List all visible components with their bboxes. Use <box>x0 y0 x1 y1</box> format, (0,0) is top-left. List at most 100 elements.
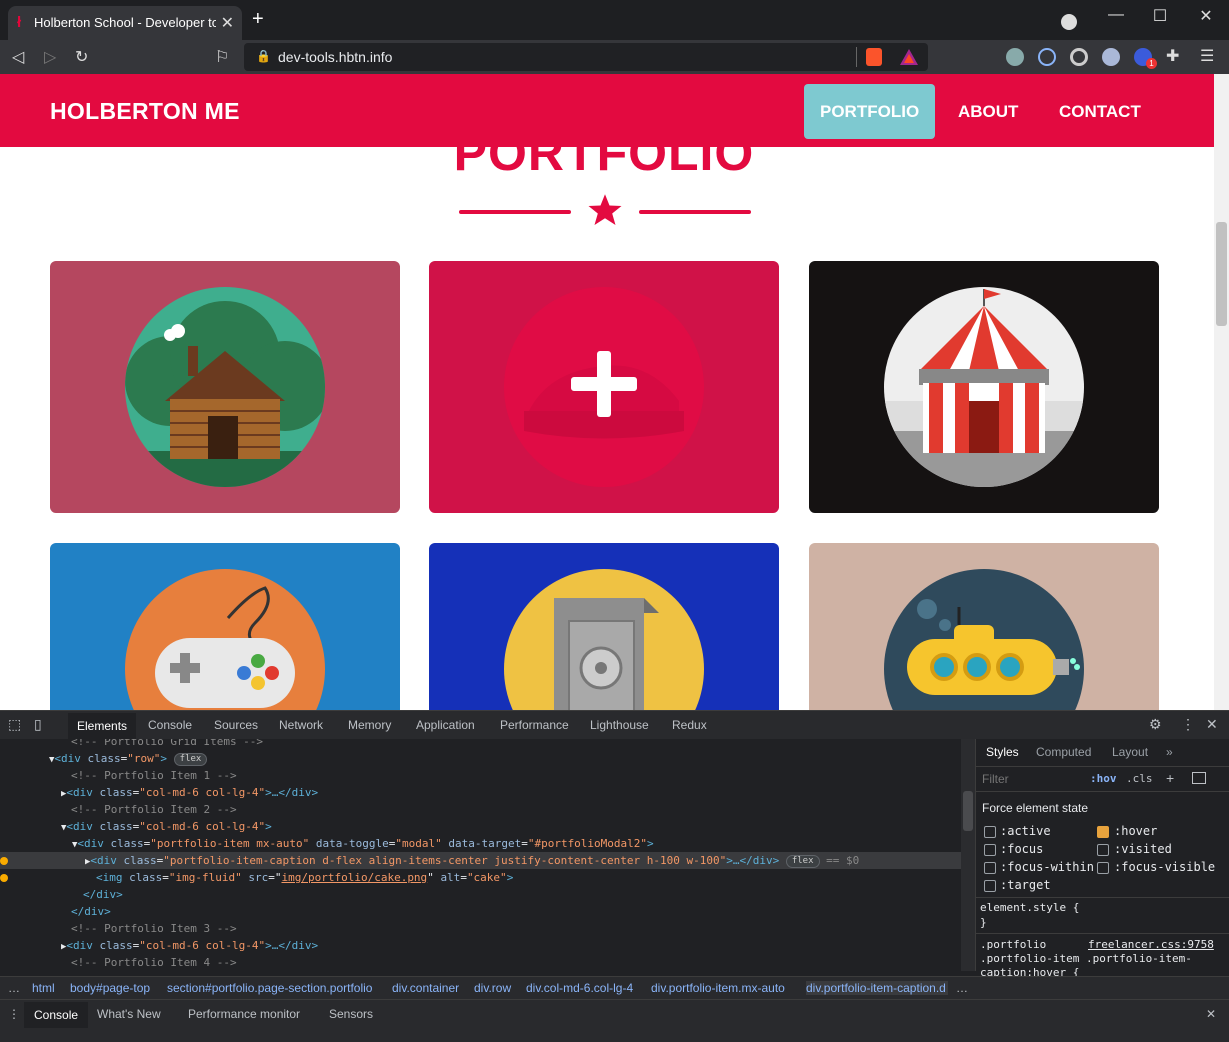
state-checkbox-focus-visible[interactable] <box>1097 862 1109 874</box>
tab-styles[interactable]: Styles <box>986 745 1019 759</box>
state-checkbox-target[interactable] <box>984 880 996 892</box>
minimize-icon[interactable]: — <box>1101 6 1131 24</box>
dom-line[interactable]: ▼<div class="portfolio-item mx-auto" dat… <box>0 835 961 852</box>
breadcrumb-item[interactable]: body#page-top <box>70 981 150 995</box>
state-checkbox-focus-within[interactable] <box>984 862 996 874</box>
portfolio-item-safe[interactable] <box>429 543 779 710</box>
inspect-element-icon[interactable]: ⬚ <box>8 716 21 733</box>
breadcrumb-scroll-left-icon[interactable]: … <box>8 981 20 995</box>
maximize-icon[interactable]: ☐ <box>1145 6 1175 26</box>
portfolio-item-cabin[interactable] <box>50 261 400 513</box>
back-icon[interactable]: ◁ <box>12 47 24 67</box>
devtools-tab-memory[interactable]: Memory <box>348 718 391 732</box>
extensions-puzzle-icon[interactable]: ✚ <box>1166 46 1179 66</box>
breadcrumb-scroll-right-icon[interactable]: … <box>956 981 968 995</box>
devtools-tab-elements[interactable]: Elements <box>68 713 137 739</box>
drawer-tab-console[interactable]: Console <box>24 1002 89 1028</box>
breadcrumb-item[interactable]: html <box>32 981 55 995</box>
close-tab-icon[interactable]: ✕ <box>221 13 234 33</box>
dom-line-row[interactable]: ▼<div class="row"> flex <box>0 750 961 767</box>
state-checkbox-focus[interactable] <box>984 844 996 856</box>
more-options-icon[interactable]: ⋮ <box>1181 716 1195 733</box>
brave-shields-icon[interactable] <box>866 48 882 66</box>
portfolio-item-submarine[interactable] <box>809 543 1159 710</box>
portfolio-item-circus[interactable] <box>809 261 1159 513</box>
nav-link-portfolio[interactable]: PORTFOLIO <box>804 84 936 139</box>
dom-line[interactable]: <!-- Portfolio Item 3 --> <box>0 920 961 937</box>
extension-ring-icon[interactable] <box>1102 48 1120 66</box>
element-style-rule[interactable]: element.style { <box>980 901 1079 914</box>
rule-selector[interactable]: .portfolio <box>980 938 1046 951</box>
browser-tab[interactable]: ł Holberton School - Developer too ✕ <box>8 6 242 40</box>
device-toolbar-icon[interactable]: ▯ <box>34 716 42 733</box>
devtools-tab-network[interactable]: Network <box>279 718 323 732</box>
dom-line[interactable]: </div> <box>0 903 961 920</box>
rule-selector[interactable]: .portfolio-item .portfolio-item- <box>980 952 1192 965</box>
tab-computed[interactable]: Computed <box>1036 745 1091 759</box>
breadcrumb-item[interactable]: div.col-md-6.col-lg-4 <box>526 981 633 995</box>
close-window-icon[interactable]: ✕ <box>1191 6 1221 26</box>
dom-tree-scrollbar-thumb[interactable] <box>963 791 973 831</box>
dom-line[interactable]: <!-- Portfolio Grid Items --> <box>0 739 961 750</box>
devtools-tab-lighthouse[interactable]: Lighthouse <box>590 718 649 732</box>
close-drawer-icon[interactable]: ✕ <box>1206 1007 1216 1021</box>
devtools-tab-performance[interactable]: Performance <box>500 718 569 732</box>
state-checkbox-visited[interactable] <box>1097 844 1109 856</box>
page-scrollbar-thumb[interactable] <box>1216 222 1227 326</box>
dom-line[interactable]: <img class="img-fluid" src="img/portfoli… <box>0 869 961 886</box>
dom-tree-scrollbar[interactable] <box>961 739 975 971</box>
page-scrollbar[interactable] <box>1214 74 1229 710</box>
extension-owl-icon[interactable] <box>1006 48 1024 66</box>
dom-line-selected[interactable]: ▶<div class="portfolio-item-caption d-fl… <box>0 852 961 869</box>
nav-link-contact[interactable]: CONTACT <box>1043 84 1157 139</box>
portfolio-item-game[interactable] <box>50 543 400 710</box>
breadcrumb-item[interactable]: div.row <box>474 981 511 995</box>
dom-line[interactable]: ▶<div class="col-md-6 col-lg-4">…</div> <box>0 784 961 801</box>
rule-source-link[interactable]: freelancer.css:9758 <box>1088 938 1214 951</box>
star-icon <box>588 194 622 225</box>
drawer-tab-performance-monitor[interactable]: Performance monitor <box>188 1007 300 1021</box>
menu-icon[interactable]: ☰ <box>1200 46 1214 66</box>
address-bar[interactable]: 🔒 dev-tools.hbtn.info <box>244 43 928 71</box>
new-style-rule-icon[interactable]: + <box>1166 770 1174 786</box>
drawer-tab-sensors[interactable]: Sensors <box>329 1007 373 1021</box>
state-checkbox-active[interactable] <box>984 826 996 838</box>
drawer-menu-icon[interactable]: ⋮ <box>8 1007 20 1021</box>
devtools-tab-console[interactable]: Console <box>148 718 192 732</box>
dom-line[interactable]: <!-- Portfolio Item 1 --> <box>0 767 961 784</box>
hov-toggle[interactable]: :hov <box>1090 772 1117 785</box>
site-brand[interactable]: HOLBERTON ME <box>50 98 240 125</box>
breadcrumb-item[interactable]: section#portfolio.page-section.portfolio <box>167 981 372 995</box>
reload-icon[interactable]: ↻ <box>75 47 88 67</box>
toggle-sidebar-icon[interactable] <box>1192 772 1206 784</box>
dom-line[interactable]: <!-- Portfolio Item 4 --> <box>0 954 961 971</box>
portfolio-item-cake[interactable] <box>429 261 779 513</box>
extension-circle-icon[interactable] <box>1070 48 1088 66</box>
cls-toggle[interactable]: .cls <box>1126 772 1153 785</box>
forward-icon[interactable]: ▷ <box>44 47 56 67</box>
tab-search-icon[interactable] <box>1061 14 1077 30</box>
more-tabs-icon[interactable]: » <box>1166 745 1173 759</box>
dom-line[interactable]: <!-- Portfolio Item 2 --> <box>0 801 961 818</box>
settings-gear-icon[interactable]: ⚙ <box>1149 716 1162 733</box>
nav-link-about[interactable]: ABOUT <box>942 84 1034 139</box>
state-label: :visited <box>1114 842 1172 856</box>
new-tab-icon[interactable]: + <box>252 8 264 31</box>
styles-filter-input[interactable] <box>980 770 1084 788</box>
react-devtools-icon[interactable] <box>1038 48 1056 66</box>
close-devtools-icon[interactable]: ✕ <box>1206 716 1218 733</box>
breadcrumb-item-selected[interactable]: div.portfolio-item-caption.d <box>806 981 948 995</box>
tab-layout[interactable]: Layout <box>1112 745 1148 759</box>
devtools-tab-redux[interactable]: Redux <box>672 718 707 732</box>
dom-line[interactable]: </div> <box>0 886 961 903</box>
state-checkbox-hover[interactable] <box>1097 826 1109 838</box>
drawer-tab-whats-new[interactable]: What's New <box>97 1007 161 1021</box>
dom-line[interactable]: ▼<div class="col-md-6 col-lg-4"> <box>0 818 961 835</box>
devtools-tab-application[interactable]: Application <box>416 718 475 732</box>
breadcrumb-item[interactable]: div.container <box>392 981 459 995</box>
dom-line[interactable]: ▶<div class="col-md-6 col-lg-4">…</div> <box>0 937 961 954</box>
devtools-tab-sources[interactable]: Sources <box>214 718 258 732</box>
brave-rewards-icon[interactable] <box>900 49 918 65</box>
breadcrumb-item[interactable]: div.portfolio-item.mx-auto <box>651 981 785 995</box>
bookmark-icon[interactable]: ⚐ <box>215 47 229 67</box>
